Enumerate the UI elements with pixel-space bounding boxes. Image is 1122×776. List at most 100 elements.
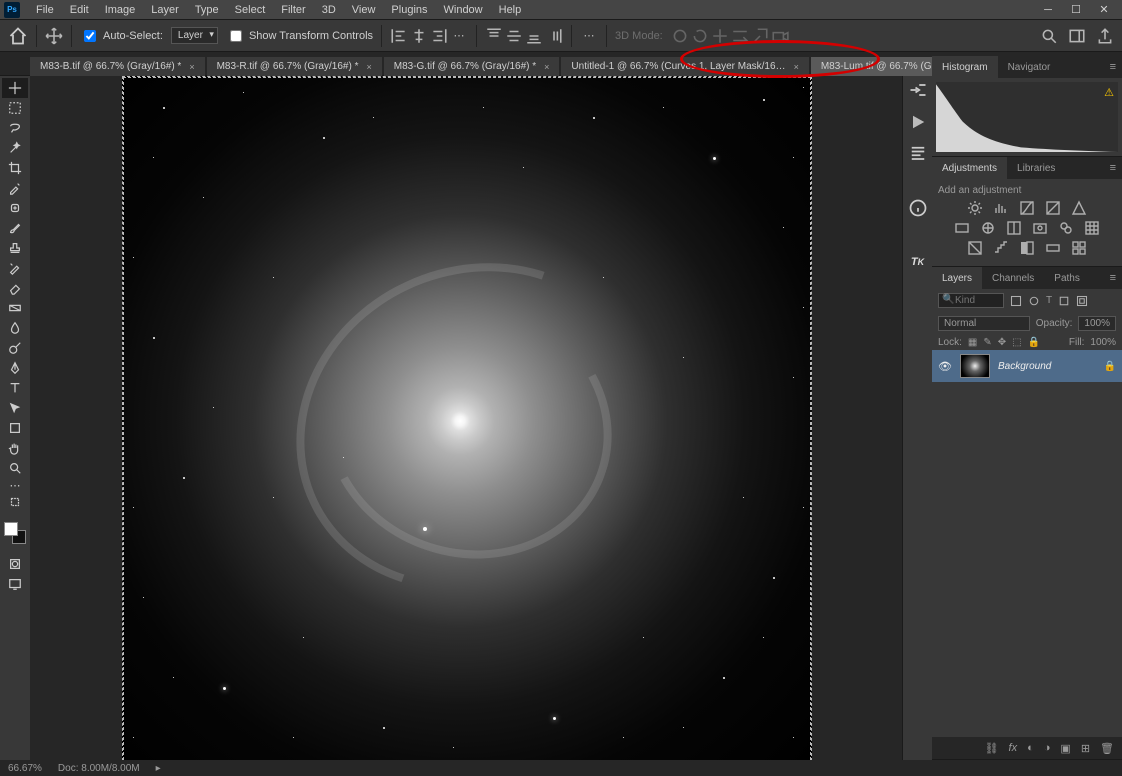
- adj-mixer-icon[interactable]: [1058, 220, 1074, 236]
- strip-play-icon[interactable]: [908, 112, 928, 132]
- fill-value[interactable]: 100%: [1090, 337, 1116, 348]
- home-icon[interactable]: [8, 26, 28, 46]
- adj-thresh-icon[interactable]: [1019, 240, 1035, 256]
- document-tab-2[interactable]: M83-G.tif @ 66.7% (Gray/16#) *×: [384, 57, 560, 76]
- canvas-area[interactable]: [30, 76, 902, 760]
- move-tool-icon[interactable]: [45, 27, 63, 45]
- filter-image-icon[interactable]: [1010, 295, 1022, 307]
- lock-nest-icon[interactable]: ⬚: [1012, 337, 1021, 348]
- filter-adjust-icon[interactable]: [1028, 295, 1040, 307]
- document-tab-0[interactable]: M83-B.tif @ 66.7% (Gray/16#) *×: [30, 57, 205, 76]
- quickmask-tool[interactable]: [2, 554, 28, 574]
- window-minimize[interactable]: ─: [1034, 4, 1062, 16]
- layer-thumbnail[interactable]: [960, 354, 990, 378]
- wand-tool[interactable]: [2, 138, 28, 158]
- layer-row-background[interactable]: 👁 Background 🔒: [932, 350, 1122, 382]
- visibility-icon[interactable]: 👁: [938, 360, 952, 373]
- share-icon[interactable]: [1096, 27, 1114, 45]
- overflow-icon[interactable]: ⋯: [580, 27, 598, 45]
- new-fill-icon[interactable]: ◑: [1044, 742, 1051, 754]
- auto-select-checkbox[interactable]: Auto-Select:: [80, 27, 163, 45]
- distribute-top-icon[interactable]: [485, 27, 503, 45]
- adj-lookup-icon[interactable]: [1084, 220, 1100, 236]
- menu-image[interactable]: Image: [97, 4, 144, 16]
- adj-photo-icon[interactable]: [1032, 220, 1048, 236]
- close-icon[interactable]: ×: [794, 62, 799, 72]
- lock-all-icon[interactable]: 🔒: [1028, 337, 1040, 348]
- fx-icon[interactable]: fx: [1009, 742, 1018, 754]
- filter-smart-icon[interactable]: [1076, 295, 1088, 307]
- window-close[interactable]: ✕: [1090, 3, 1118, 16]
- adj-exposure-icon[interactable]: [1045, 200, 1061, 216]
- edit-toolbar[interactable]: [2, 492, 28, 512]
- tab-navigator[interactable]: Navigator: [998, 56, 1061, 78]
- tab-adjustments[interactable]: Adjustments: [932, 157, 1007, 179]
- dodge-tool[interactable]: [2, 338, 28, 358]
- brush-tool[interactable]: [2, 218, 28, 238]
- close-icon[interactable]: ×: [189, 62, 194, 72]
- align-right-icon[interactable]: [430, 27, 448, 45]
- auto-select-target-dropdown[interactable]: Layer: [171, 27, 218, 44]
- adj-curves-icon[interactable]: [1019, 200, 1035, 216]
- zoom-tool[interactable]: [2, 458, 28, 478]
- strip-paragraph-icon[interactable]: [908, 144, 928, 164]
- tab-layers[interactable]: Layers: [932, 267, 982, 289]
- distribute-bottom-icon[interactable]: [525, 27, 543, 45]
- menu-plugins[interactable]: Plugins: [383, 4, 435, 16]
- zoom-level[interactable]: 66.67%: [8, 763, 42, 774]
- filter-type-icon[interactable]: T: [1046, 295, 1052, 306]
- align-left-icon[interactable]: [390, 27, 408, 45]
- eraser-tool[interactable]: [2, 278, 28, 298]
- foreground-swatch[interactable]: [4, 522, 18, 536]
- adj-selcolor-icon[interactable]: [1071, 240, 1087, 256]
- strip-arrange-icon[interactable]: [908, 80, 928, 100]
- filter-shape-icon[interactable]: [1058, 295, 1070, 307]
- strip-info-icon[interactable]: [908, 198, 928, 218]
- adj-vibrance-icon[interactable]: [1071, 200, 1087, 216]
- opacity-value[interactable]: 100%: [1078, 316, 1116, 331]
- adj-invert-icon[interactable]: [967, 240, 983, 256]
- blend-mode-dropdown[interactable]: Normal: [938, 316, 1030, 331]
- lock-paint-icon[interactable]: ✎: [983, 337, 991, 348]
- pen-tool[interactable]: [2, 358, 28, 378]
- lock-pos-icon[interactable]: ✥: [998, 337, 1006, 348]
- menu-window[interactable]: Window: [436, 4, 491, 16]
- adj-colorbal-icon[interactable]: [980, 220, 996, 236]
- mask-icon[interactable]: ◐: [1027, 742, 1034, 754]
- color-swatches[interactable]: [4, 522, 26, 544]
- crop-tool[interactable]: [2, 158, 28, 178]
- lock-trans-icon[interactable]: ▦: [968, 337, 977, 348]
- workspace-icon[interactable]: [1068, 27, 1086, 45]
- menu-select[interactable]: Select: [227, 4, 274, 16]
- distribute-mid-v-icon[interactable]: [505, 27, 523, 45]
- adj-poster-icon[interactable]: [993, 240, 1009, 256]
- tab-histogram[interactable]: Histogram: [932, 56, 998, 78]
- doc-size[interactable]: Doc: 8.00M/8.00M: [58, 763, 140, 774]
- document-tab-1[interactable]: M83-R.tif @ 66.7% (Gray/16#) *×: [207, 57, 382, 76]
- heal-tool[interactable]: [2, 198, 28, 218]
- panel-menu-icon[interactable]: ≡: [1104, 272, 1122, 284]
- show-transform-checkbox[interactable]: Show Transform Controls: [226, 27, 373, 45]
- align-center-h-icon[interactable]: [410, 27, 428, 45]
- screenmode-tool[interactable]: [2, 574, 28, 594]
- type-tool[interactable]: [2, 378, 28, 398]
- link-layers-icon[interactable]: ⛓: [985, 742, 999, 755]
- tab-libraries[interactable]: Libraries: [1007, 157, 1065, 179]
- adj-bw-icon[interactable]: [1006, 220, 1022, 236]
- close-icon[interactable]: ×: [544, 62, 549, 72]
- distribute-right-icon[interactable]: [545, 27, 563, 45]
- layer-name[interactable]: Background: [998, 361, 1096, 372]
- delete-icon[interactable]: 🗑: [1100, 742, 1114, 755]
- new-layer-icon[interactable]: ⊞: [1081, 742, 1090, 755]
- adj-gradmap-icon[interactable]: [1045, 240, 1061, 256]
- search-icon[interactable]: [1040, 27, 1058, 45]
- menu-layer[interactable]: Layer: [143, 4, 187, 16]
- shape-tool[interactable]: [2, 418, 28, 438]
- adj-hue-icon[interactable]: [954, 220, 970, 236]
- adj-brightness-icon[interactable]: [967, 200, 983, 216]
- menu-view[interactable]: View: [344, 4, 384, 16]
- panel-menu-icon[interactable]: ≡: [1104, 61, 1122, 73]
- close-icon[interactable]: ×: [366, 62, 371, 72]
- menu-file[interactable]: File: [28, 4, 62, 16]
- warning-icon[interactable]: ⚠: [1104, 86, 1114, 99]
